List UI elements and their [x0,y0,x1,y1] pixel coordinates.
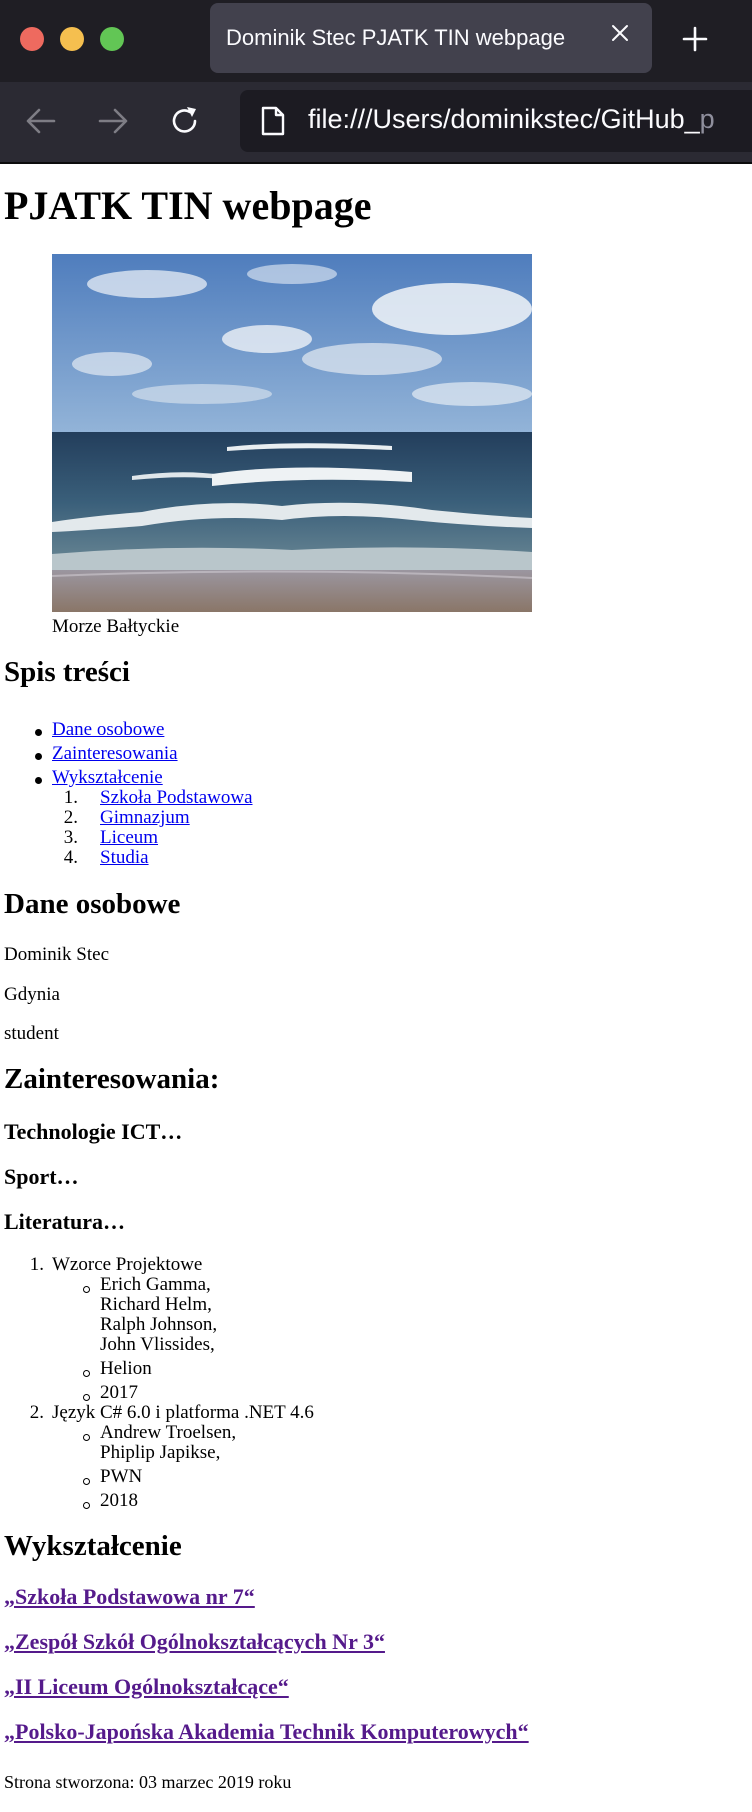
address-bar[interactable]: file:///Users/dominikstec/GitHub_p [240,90,752,152]
tab-title: Dominik Stec PJATK TIN webpage [226,25,566,50]
bullet [35,729,42,736]
bullet [83,1286,90,1293]
page-icon [261,106,285,136]
list-number: 3. [63,827,78,848]
maximize-window-button[interactable] [100,27,124,51]
toc-link-gimnazjum[interactable]: Gimnazjum [100,807,190,829]
close-window-button[interactable] [20,27,44,51]
education-item: „II Liceum Ogólnokształcące“ [4,1674,289,1700]
bullet [83,1394,90,1401]
school-link-high[interactable]: „II Liceum Ogólnokształcące“ [4,1674,289,1699]
bullet [83,1370,90,1377]
baltic-sea-photo [52,254,532,612]
book-author: Andrew Troelsen, [100,1422,237,1443]
toc-link-szkola-podstawowa[interactable]: Szkoła Podstawowa [100,787,253,809]
toc-link-dane-osobowe[interactable]: Dane osobowe [52,719,164,741]
reload-icon[interactable] [168,104,202,138]
interest-topic: Literatura… [4,1209,125,1234]
toc-link-liceum[interactable]: Liceum [100,827,158,849]
bullet [83,1502,90,1509]
personal-heading: Dane osobowe [4,888,181,920]
bullet [35,777,42,784]
book-author: Phiplip Japikse, [100,1442,221,1463]
toc-heading: Spis treści [4,656,130,688]
book-year: 2017 [100,1382,138,1403]
bullet [83,1434,90,1441]
book-author: Ralph Johnson, [100,1314,218,1335]
interest-topic: Sport… [4,1164,79,1189]
book-author: John Vlissides, [100,1334,215,1355]
browser-toolbar: file:///Users/dominikstec/GitHub_p [0,82,752,164]
minimize-window-button[interactable] [60,27,84,51]
toc-link-studia[interactable]: Studia [100,847,149,869]
list-number: 2. [29,1402,44,1423]
page-footer: Strona stworzona: 03 marzec 2019 roku [4,1772,292,1792]
school-link-primary[interactable]: „Szkoła Podstawowa nr 7“ [4,1584,255,1609]
list-number: 1. [63,787,78,808]
education-item: „Szkoła Podstawowa nr 7“ [4,1584,255,1610]
education-heading: Wykształcenie [4,1530,182,1562]
book-year: 2018 [100,1490,138,1511]
browser-tab[interactable]: Dominik Stec PJATK TIN webpage [210,3,652,73]
page-title: PJATK TIN webpage [4,183,372,228]
interests-heading: Zainteresowania: [4,1063,220,1095]
book-author: Erich Gamma, [100,1274,211,1295]
photo-caption: Morze Bałtyckie [52,616,180,637]
book-title: Język C# 6.0 i platforma .NET 4.6 [52,1402,314,1423]
education-item: „Polsko-Japońska Akademia Technik Komput… [4,1719,529,1745]
toc-link-wyksztalcenie[interactable]: Wykształcenie [52,767,163,789]
education-item: „Zespół Szkół Ogólnokształcących Nr 3“ [4,1629,385,1655]
book-publisher: Helion [100,1358,152,1379]
bullet [83,1478,90,1485]
book-publisher: PWN [100,1466,143,1487]
school-link-university[interactable]: „Polsko-Japońska Akademia Technik Komput… [4,1719,529,1744]
list-number: 4. [63,847,78,868]
forward-arrow-icon[interactable] [96,104,130,138]
plus-icon[interactable] [680,24,710,54]
school-link-middle[interactable]: „Zespół Szkół Ogólnokształcących Nr 3“ [4,1629,385,1654]
bullet [35,753,42,760]
personal-role: student [4,1023,59,1044]
url-text[interactable]: file:///Users/dominikstec/GitHub_p [308,104,715,135]
personal-name: Dominik Stec [4,944,110,965]
close-icon[interactable] [608,21,632,45]
list-number: 2. [63,807,78,828]
toc-link-zainteresowania[interactable]: Zainteresowania [52,743,178,765]
interest-topic: Technologie ICT… [4,1119,183,1144]
personal-city: Gdynia [4,984,60,1005]
back-arrow-icon[interactable] [24,104,58,138]
book-title: Wzorce Projektowe [52,1254,203,1275]
list-number: 1. [29,1254,44,1275]
browser-tab-bar: Dominik Stec PJATK TIN webpage [0,0,752,82]
page-content: PJATK TIN webpage Morze Bałtyckie Spis t… [0,164,752,1812]
book-author: Richard Helm, [100,1294,212,1315]
